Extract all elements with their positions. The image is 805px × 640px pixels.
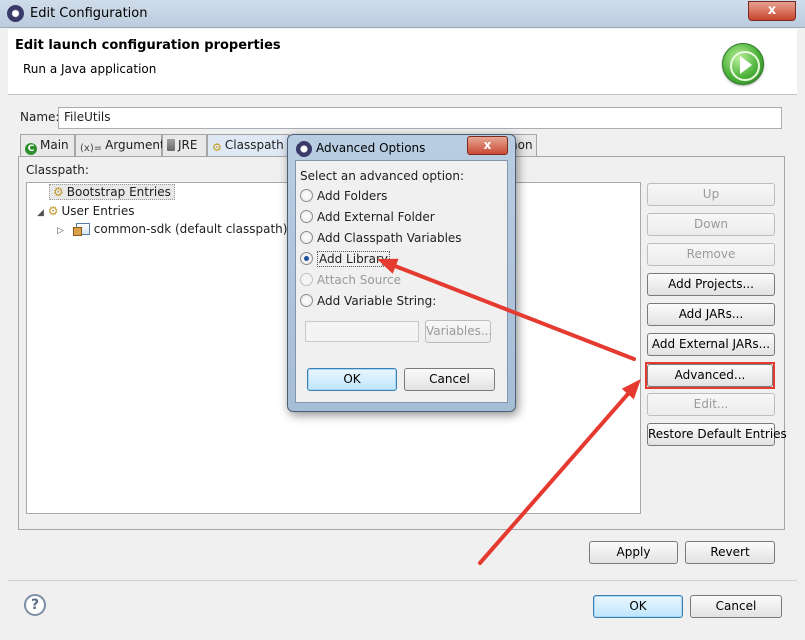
revert-button[interactable]: Revert	[685, 541, 775, 564]
main-tab-icon: C	[25, 143, 37, 155]
window-close-button[interactable]: x	[748, 1, 796, 21]
dialog-prompt: Select an advanced option:	[300, 169, 465, 183]
option-add-library[interactable]: Add Library	[300, 251, 391, 267]
collapsed-twisty-icon[interactable]: ▷	[57, 226, 64, 236]
radio-button[interactable]	[300, 231, 313, 244]
radio-button[interactable]	[300, 210, 313, 223]
option-attach-source[interactable]: Attach Source	[300, 273, 401, 287]
remove-button[interactable]: Remove	[647, 243, 775, 266]
window-title: Edit Configuration	[30, 6, 148, 21]
tree-item-user-entries[interactable]: ◢ ⚙ User Entries	[37, 204, 134, 218]
tree-item-selection: ⚙ Bootstrap Entries	[49, 184, 175, 200]
classpath-label: Classpath:	[26, 163, 89, 177]
ok-button[interactable]: OK	[593, 595, 683, 618]
radio-button-selected[interactable]	[300, 252, 313, 265]
tab-label: Classpath	[224, 138, 284, 152]
apply-button[interactable]: Apply	[589, 541, 678, 564]
tab-main[interactable]: C Main	[20, 134, 75, 156]
option-label: Attach Source	[317, 273, 401, 287]
variable-string-field[interactable]	[305, 321, 419, 342]
tree-item-common-sdk[interactable]: ▷ common-sdk (default classpath)	[57, 222, 287, 236]
tree-item-label: common-sdk (default classpath)	[93, 222, 288, 236]
java-project-icon	[72, 223, 90, 236]
add-projects-button[interactable]: Add Projects...	[647, 273, 775, 296]
tree-item-label: Bootstrap Entries	[66, 185, 171, 199]
name-label: Name:	[20, 110, 60, 124]
dialog-cancel-button[interactable]: Cancel	[404, 368, 495, 391]
tab-arguments[interactable]: (x)= Arguments	[75, 134, 171, 156]
dialog-title: Advanced Options	[316, 141, 426, 155]
option-add-external-folder[interactable]: Add External Folder	[300, 210, 435, 224]
eclipse-dialog-icon	[296, 141, 312, 157]
advanced-highlight-annotation	[645, 362, 775, 389]
help-icon[interactable]: ?	[24, 594, 46, 616]
footer-divider	[8, 580, 797, 581]
tab-jre[interactable]: JRE	[162, 134, 207, 156]
edit-button[interactable]: Edit...	[647, 393, 775, 416]
option-label: Add Folders	[317, 189, 388, 203]
header-subtitle: Run a Java application	[23, 62, 157, 76]
eclipse-app-icon	[7, 5, 24, 22]
radio-button[interactable]	[300, 189, 313, 202]
classpath-tab-icon: ⚙	[212, 141, 222, 154]
expanded-twisty-icon[interactable]: ◢	[37, 208, 44, 218]
add-jars-button[interactable]: Add JARs...	[647, 303, 775, 326]
tree-item-label: User Entries	[61, 204, 135, 218]
add-external-jars-button[interactable]: Add External JARs...	[647, 333, 775, 356]
arguments-tab-icon: (x)=	[80, 143, 103, 154]
jre-tab-icon	[167, 139, 175, 151]
classpath-folder-icon: ⚙	[53, 185, 64, 199]
run-icon	[722, 43, 764, 85]
tab-label: Main	[40, 138, 69, 152]
restore-default-entries-button[interactable]: Restore Default Entries	[647, 423, 787, 446]
radio-button-disabled[interactable]	[300, 273, 313, 286]
tree-item-bootstrap-entries[interactable]: ⚙ Bootstrap Entries	[49, 184, 175, 200]
tab-classpath[interactable]: ⚙ Classpath	[207, 134, 289, 156]
classpath-folder-icon: ⚙	[47, 204, 59, 218]
dialog-ok-button[interactable]: OK	[307, 368, 397, 391]
option-label: Add Variable String:	[317, 294, 437, 308]
down-button[interactable]: Down	[647, 213, 775, 236]
option-add-variable-string[interactable]: Add Variable String:	[300, 294, 436, 308]
name-field[interactable]: FileUtils	[58, 107, 782, 129]
option-label: Add Library	[317, 251, 391, 267]
option-label: Add Classpath Variables	[317, 231, 462, 245]
up-button[interactable]: Up	[647, 183, 775, 206]
option-add-classpath-variables[interactable]: Add Classpath Variables	[300, 231, 462, 245]
option-add-folders[interactable]: Add Folders	[300, 189, 387, 203]
variables-button[interactable]: Variables...	[425, 320, 492, 343]
dialog-close-button[interactable]: x	[467, 136, 508, 155]
header-title: Edit launch configuration properties	[15, 38, 281, 53]
tab-label: JRE	[178, 138, 198, 152]
option-label: Add External Folder	[317, 210, 435, 224]
radio-button[interactable]	[300, 294, 313, 307]
cancel-button[interactable]: Cancel	[690, 595, 782, 618]
